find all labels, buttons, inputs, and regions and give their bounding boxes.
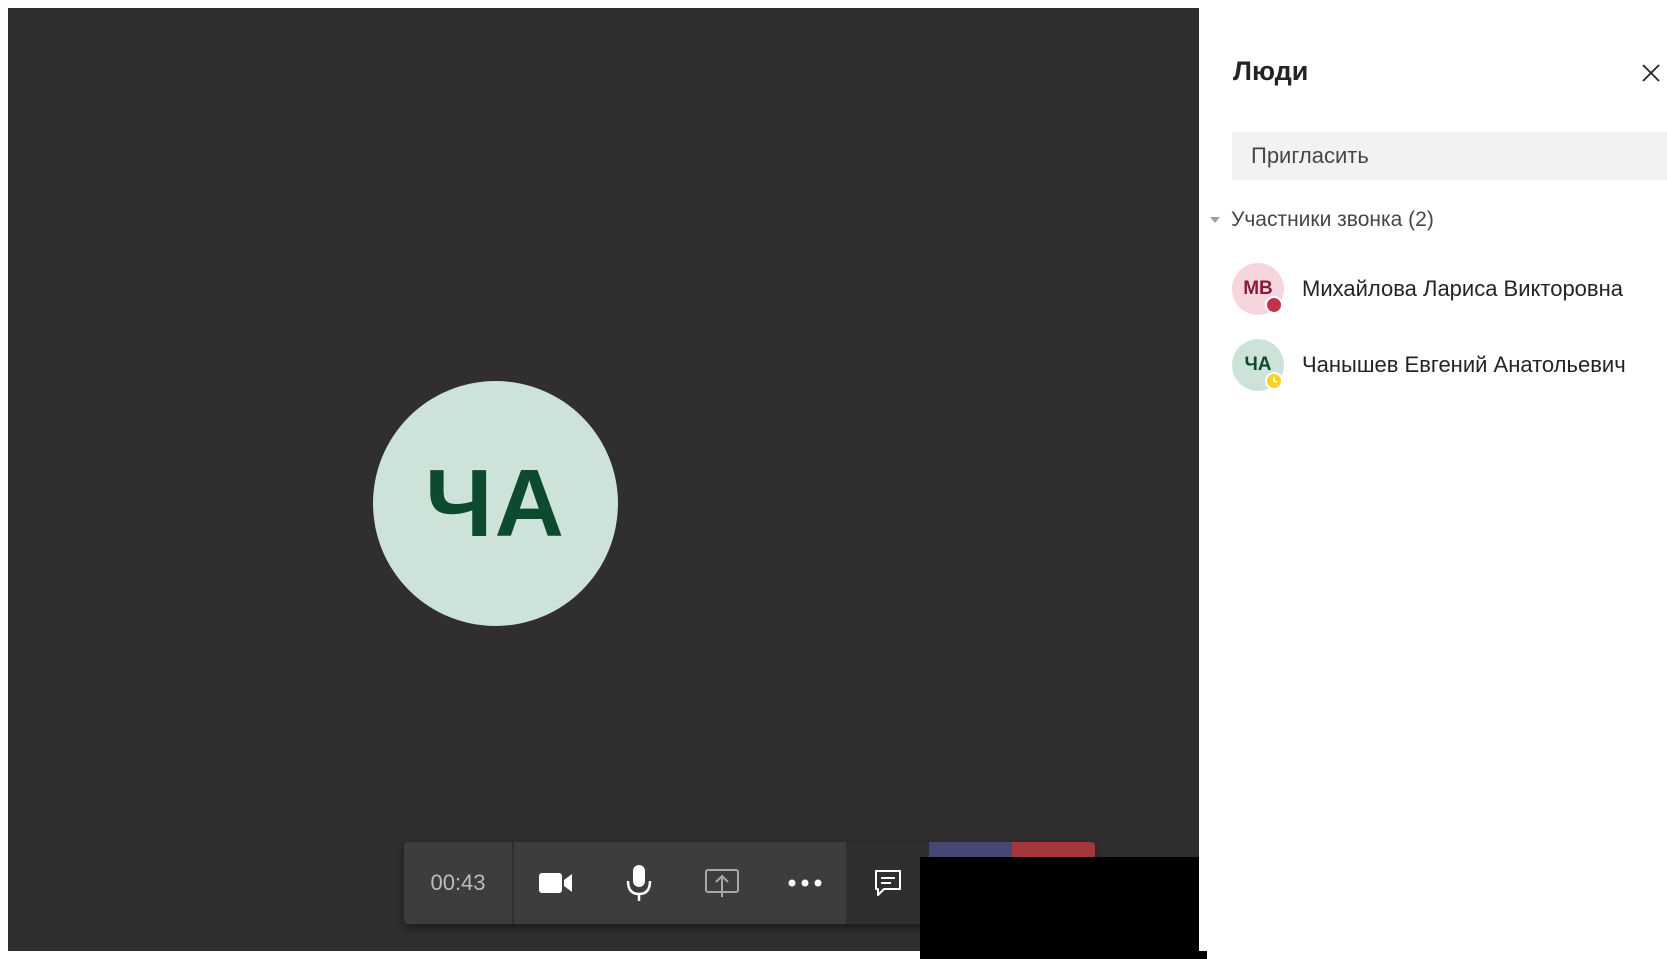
call-timer: 00:43 (404, 842, 512, 924)
share-screen-button[interactable] (680, 842, 763, 924)
share-screen-icon (704, 869, 739, 897)
caret-down-icon (1210, 217, 1220, 223)
section-label: Участники звонка (2) (1231, 208, 1434, 231)
avatar-initials: ЧА (1244, 354, 1272, 375)
busy-status-icon (1265, 296, 1283, 314)
call-stage: ЧА 00:43 (8, 8, 1207, 959)
chat-icon (874, 870, 901, 896)
participant-name: Чанышев Евгений Анатольевич (1302, 352, 1626, 377)
participant-row[interactable]: МВ Михайлова Лариса Викторовна (1232, 261, 1662, 317)
microphone-toggle-button[interactable] (597, 842, 680, 924)
camera-toggle-button[interactable] (514, 842, 597, 924)
participant-name: Михайлова Лариса Викторовна (1302, 276, 1623, 301)
people-panel: Люди Участники звонка (2) МВ Михайлова Л… (1199, 0, 1667, 951)
invite-input[interactable] (1232, 132, 1667, 180)
call-participants-section-header[interactable]: Участники звонка (2) (1209, 208, 1434, 232)
chat-button[interactable] (846, 842, 929, 924)
microphone-icon (626, 865, 651, 901)
away-clock-icon (1265, 372, 1283, 390)
close-icon (1642, 64, 1660, 82)
avatar: ЧА (1232, 339, 1284, 391)
participant-row[interactable]: ЧА Чанышев Евгений Анатольевич (1232, 337, 1662, 393)
panel-title: Люди (1233, 56, 1309, 86)
avatar: МВ (1232, 263, 1284, 315)
self-view-area (920, 857, 1207, 959)
more-options-icon (788, 879, 821, 887)
video-camera-icon (538, 873, 572, 893)
close-panel-button[interactable] (1636, 58, 1666, 88)
participant-avatar: ЧА (373, 381, 618, 626)
more-options-button[interactable] (763, 842, 846, 924)
